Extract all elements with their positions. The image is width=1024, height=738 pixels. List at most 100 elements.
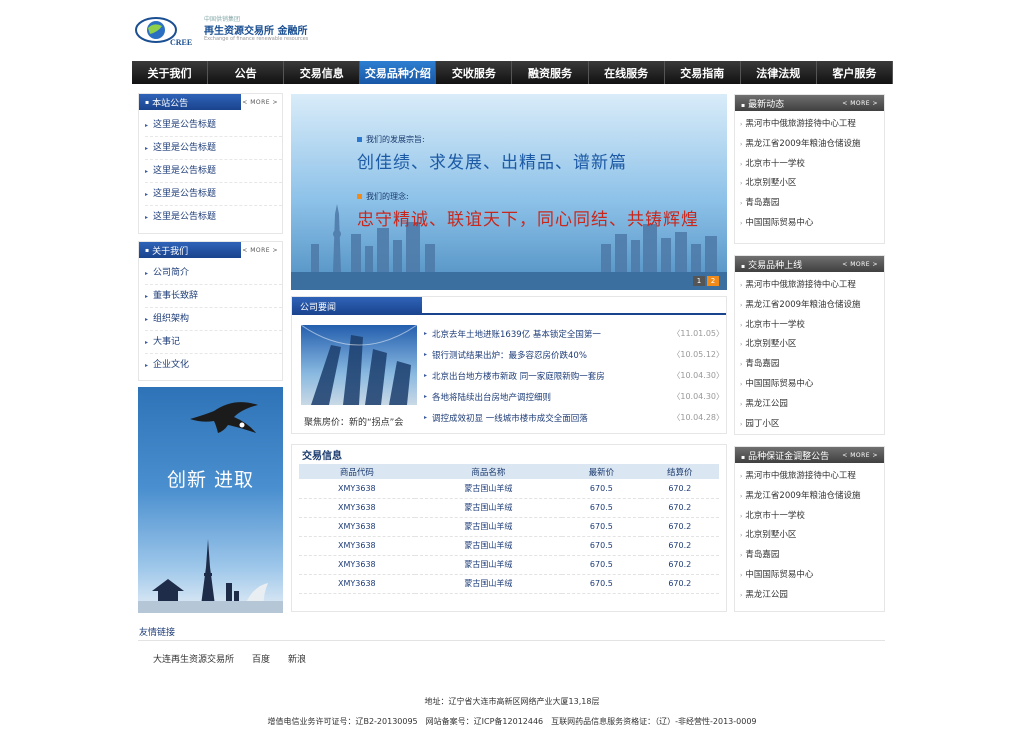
nav-item-trade-info[interactable]: 交易信息 <box>284 61 361 84</box>
pager-button-2[interactable]: 2 <box>707 276 719 286</box>
list-item[interactable]: › 黑河市中俄旅游接待中心工程 <box>740 115 884 135</box>
list-item[interactable]: ▸ 大事记 <box>145 331 282 354</box>
news-item[interactable]: ▸ 调控成效初显 一线城市楼市成交全面回落 〈10.04.28〉 <box>424 407 724 428</box>
new-listing-box: ▪ 交易品种上线 < MORE > › 黑河市中俄旅游接待中心工程 › 黑龙江省200… <box>734 255 885 435</box>
pager-button-1[interactable]: 1 <box>693 276 705 286</box>
banner-slogan-purpose: 创佳绩、求发展、出精品、谱新篇 <box>357 153 627 173</box>
list-item[interactable]: › 黑龙江公园 <box>740 395 884 415</box>
list-item[interactable]: › 北京市十一学校 <box>740 155 884 175</box>
more-link[interactable]: < MORE > <box>842 100 878 107</box>
logo-mark: CREE <box>170 38 192 47</box>
nav-item-online[interactable]: 在线服务 <box>589 61 665 84</box>
list-item[interactable]: › 园丁小区 <box>740 415 884 435</box>
banner-label-purpose: 我们的发展宗旨: <box>357 134 425 145</box>
about-box: ▪ 关于我们 < MORE > ▸ 公司简介 ▸ 董事长致辞 ▸ 组织架构 ▸ 大事记 ▸… <box>138 241 283 381</box>
cell-latest: 670.5 <box>562 517 641 537</box>
margin-notice-title: ▪ 品种保证金调整公告 <box>741 449 829 462</box>
friendly-link[interactable]: 新浪 <box>288 652 306 665</box>
list-item[interactable]: › 黑龙江省2009年粮油仓储设施 <box>740 487 884 507</box>
cell-settle: 670.2 <box>640 574 719 594</box>
friendly-link[interactable]: 大连再生资源交易所 <box>153 652 234 665</box>
about-box-header: ▪ 关于我们 < MORE > <box>139 242 282 258</box>
news-title: 银行测试结果出炉：最多容忍房价跌40% <box>432 350 587 361</box>
list-item[interactable]: › 青岛嘉园 <box>740 194 884 214</box>
nav-item-about[interactable]: 关于我们 <box>132 61 209 84</box>
list-item[interactable]: › 北京别墅小区 <box>740 335 884 355</box>
col-header-code: 商品代码 <box>299 464 415 479</box>
more-link[interactable]: < MORE > <box>242 247 278 254</box>
logo[interactable]: CREE <box>134 12 198 48</box>
list-item[interactable]: ▸ 公司简介 <box>145 262 282 285</box>
list-item[interactable]: › 中国国际贸易中心 <box>740 566 884 586</box>
new-listing-title: ▪ 交易品种上线 <box>741 258 802 271</box>
bullet-icon: ▸ <box>424 351 428 358</box>
list-item[interactable]: ▸ 这里是公告标题 <box>145 114 282 137</box>
table-row[interactable]: XMY3638 蒙古国山羊绒 670.5 670.2 <box>299 555 719 575</box>
list-item[interactable]: ▸ 这里是公告标题 <box>145 160 282 183</box>
nav-item-announcement[interactable]: 公告 <box>208 61 285 84</box>
list-item[interactable]: › 黑龙江省2009年粮油仓储设施 <box>740 135 884 155</box>
list-item[interactable]: › 北京市十一学校 <box>740 316 884 336</box>
table-row[interactable]: XMY3638 蒙古国山羊绒 670.5 670.2 <box>299 498 719 518</box>
list-item[interactable]: ▸ 企业文化 <box>145 354 282 377</box>
bullet-icon: › <box>740 121 743 128</box>
list-item-label: 青岛嘉园 <box>745 359 780 370</box>
nav-item-guide[interactable]: 交易指南 <box>665 61 741 84</box>
list-item[interactable]: ▸ 这里是公告标题 <box>145 137 282 160</box>
table-row[interactable]: XMY3638 蒙古国山羊绒 670.5 670.2 <box>299 574 719 594</box>
nav-item-law[interactable]: 法律法规 <box>741 61 817 84</box>
list-item[interactable]: › 黑河市中俄旅游接待中心工程 <box>740 467 884 487</box>
news-title: 调控成效初显 一线城市楼市成交全面回落 <box>432 413 588 424</box>
list-item[interactable]: › 中国国际贸易中心 <box>740 214 884 234</box>
list-item[interactable]: › 青岛嘉园 <box>740 355 884 375</box>
bullet-icon: › <box>740 591 743 599</box>
cell-name: 蒙古国山羊绒 <box>414 517 563 537</box>
list-item[interactable]: ▸ 这里是公告标题 <box>145 183 282 206</box>
more-link[interactable]: < MORE > <box>842 452 878 459</box>
news-photo-caption[interactable]: 聚焦房价：新的“拐点”会 <box>304 415 403 428</box>
list-item[interactable]: › 北京市十一学校 <box>740 507 884 527</box>
table-row[interactable]: XMY3638 蒙古国山羊绒 670.5 670.2 <box>299 517 719 537</box>
list-item[interactable]: › 中国国际贸易中心 <box>740 375 884 395</box>
friendly-link[interactable]: 百度 <box>252 652 270 665</box>
notice-box-header: ▪ 本站公告 < MORE > <box>139 94 282 110</box>
list-item[interactable]: ▸ 组织架构 <box>145 308 282 331</box>
bullet-icon: ▸ <box>145 362 149 369</box>
news-item[interactable]: ▸ 北京去年土地进账1639亿 基本锁定全国第一 〈11.01.05〉 <box>424 323 724 344</box>
nav-item-customer[interactable]: 客户服务 <box>817 61 893 84</box>
news-item[interactable]: ▸ 各地将陆续出台房地产调控细则 〈10.04.30〉 <box>424 386 724 407</box>
list-item[interactable]: › 北京别墅小区 <box>740 526 884 546</box>
nav-item-financing[interactable]: 融资服务 <box>512 61 589 84</box>
hero-banner[interactable]: 我们的发展宗旨: 创佳绩、求发展、出精品、谱新篇 我们的理念: 忠守精诚、联谊天… <box>291 94 727 290</box>
bullet-icon: › <box>740 400 743 408</box>
cell-latest: 670.5 <box>562 574 641 594</box>
footer-address: 地址：辽宁省大连市高新区网络产业大厦13,18层 <box>424 697 600 706</box>
table-row[interactable]: XMY3638 蒙古国山羊绒 670.5 670.2 <box>299 479 719 499</box>
more-link[interactable]: < MORE > <box>842 261 878 268</box>
new-listing-header: ▪ 交易品种上线 < MORE > <box>735 256 884 272</box>
cell-code: XMY3638 <box>299 498 415 518</box>
cell-name: 蒙古国山羊绒 <box>414 536 563 556</box>
nav-item-varieties[interactable]: 交易品种介绍 <box>360 61 437 84</box>
news-item[interactable]: ▸ 北京出台地方楼市新政 同一家庭限新购一套房 〈10.04.30〉 <box>424 365 724 386</box>
list-item-label: 企业文化 <box>153 360 190 370</box>
more-link[interactable]: < MORE > <box>242 99 278 106</box>
list-item[interactable]: › 青岛嘉园 <box>740 546 884 566</box>
news-photo[interactable] <box>301 325 417 405</box>
bullet-icon: › <box>740 552 743 560</box>
news-item[interactable]: ▸ 银行测试结果出炉：最多容忍房价跌40% 〈10.05.12〉 <box>424 344 724 365</box>
nav-item-delivery[interactable]: 交收服务 <box>436 61 513 84</box>
side-ad-banner[interactable]: 创新 进取 <box>138 387 283 613</box>
list-item[interactable]: › 黑龙江公园 <box>740 586 884 606</box>
list-item[interactable]: › 黑龙江省2009年粮油仓储设施 <box>740 296 884 316</box>
margin-notice-title-text: 品种保证金调整公告 <box>748 451 830 462</box>
trade-table: 商品代码 商品名称 最新价 结算价 XMY3638 蒙古国山羊绒 670.5 670.… <box>299 464 719 594</box>
list-item[interactable]: ▸ 董事长致辞 <box>145 285 282 308</box>
side-ad-illustration <box>138 402 283 613</box>
table-row[interactable]: XMY3638 蒙古国山羊绒 670.5 670.2 <box>299 536 719 556</box>
list-item[interactable]: ▸ 这里是公告标题 <box>145 206 282 229</box>
bullet-icon: › <box>740 301 743 309</box>
list-item[interactable]: › 黑河市中俄旅游接待中心工程 <box>740 276 884 296</box>
tab-icon: ▪ <box>145 98 150 106</box>
list-item[interactable]: › 北京别墅小区 <box>740 174 884 194</box>
